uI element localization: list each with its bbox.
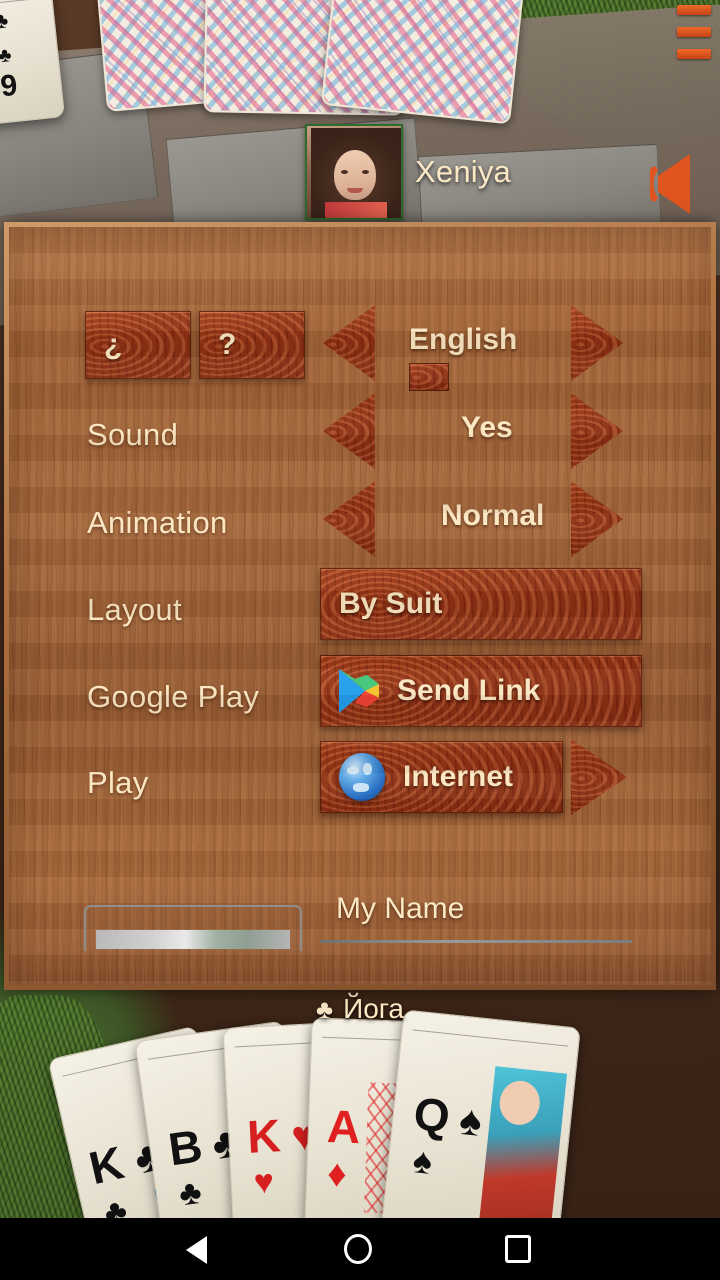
avatar-mouth — [347, 188, 363, 193]
recents-button-icon[interactable] — [505, 1235, 531, 1263]
avatar-eye-right — [362, 170, 369, 174]
globe-icon — [339, 753, 385, 801]
hand-card-rank: A — [326, 1100, 362, 1154]
hamburger-menu-icon[interactable] — [677, 5, 711, 71]
card-rank: 9 — [0, 68, 19, 104]
animation-label: Animation — [87, 505, 228, 540]
hamburger-bar-3 — [677, 49, 711, 59]
sound-value: Yes — [461, 411, 513, 444]
home-button-icon[interactable] — [344, 1234, 372, 1264]
language-flag-chip — [409, 363, 449, 391]
hand-card-rank: B — [165, 1119, 206, 1176]
my-name-input[interactable]: My Name — [336, 892, 464, 926]
avatar-picker-preview — [96, 930, 290, 949]
hand-card-suit-2: ♠ — [411, 1139, 435, 1182]
internet-value: Internet — [403, 760, 514, 793]
help-button[interactable]: ? — [199, 311, 305, 379]
card-rule — [0, 0, 42, 6]
language-value: English — [409, 323, 518, 356]
back-button-icon[interactable] — [186, 1236, 207, 1264]
opponent-name: Xeniya — [415, 154, 511, 189]
send-link-button[interactable]: Send Link — [320, 655, 642, 727]
animation-prev-arrow[interactable] — [323, 481, 375, 557]
play-label: Play — [87, 765, 149, 800]
play-next-arrow[interactable] — [571, 739, 627, 815]
sound-prev-arrow[interactable] — [323, 393, 375, 469]
avatar-eye-left — [341, 170, 348, 174]
internet-button[interactable]: Internet — [320, 741, 563, 813]
hand-card-suit: ♦ — [326, 1153, 348, 1196]
android-navigation-bar — [0, 1218, 720, 1280]
animation-next-arrow[interactable] — [571, 481, 623, 557]
hand-card-suit: ♠ — [457, 1095, 485, 1145]
trump-suit-icon: ♣ — [316, 994, 334, 1024]
settings-panel: ¿ ? English Sound Yes Animation Normal L… — [4, 222, 716, 990]
about-button[interactable]: ¿ — [85, 311, 191, 379]
opponent-avatar — [305, 124, 403, 220]
opponent-player: Xeniya — [305, 124, 511, 220]
card-rule — [412, 1029, 568, 1047]
hand-card-suit-2: ♥ — [252, 1162, 275, 1202]
trump-label: Йога — [343, 993, 404, 1024]
hand-card-5[interactable]: Q ♠ ♠ — [381, 1009, 581, 1245]
animation-value: Normal — [441, 499, 545, 532]
hand-card-rank: K — [245, 1109, 282, 1163]
speaker-icon[interactable] — [650, 148, 714, 220]
trump-indicator: ♣ Йога — [0, 993, 720, 1025]
google-play-label: Google Play — [87, 679, 260, 714]
card-back-3 — [320, 0, 530, 125]
layout-label: Layout — [87, 592, 182, 627]
hand-card-rank: Q — [411, 1087, 453, 1143]
card-pip-mid: ♣ — [0, 44, 13, 68]
language-prev-arrow[interactable] — [323, 305, 375, 381]
hand-card-suit-2: ♣ — [176, 1172, 204, 1214]
language-next-arrow[interactable] — [571, 305, 623, 381]
card-pip-top: ♣ — [0, 7, 10, 34]
send-link-value: Send Link — [397, 674, 541, 707]
sound-next-arrow[interactable] — [571, 393, 623, 469]
hamburger-bar-1 — [677, 5, 711, 15]
side-card: ♣ ♣ 9 — [0, 0, 66, 127]
sound-label: Sound — [87, 417, 179, 452]
layout-value: By Suit — [339, 587, 443, 620]
hand-card-rank: K — [84, 1136, 129, 1195]
app-screen: ♣ ♣ 9 Xeniya K ♣ ♣ B ♣ ♣ K ♥ ♥ A ♦ Q ♠ ♠… — [0, 0, 720, 1280]
google-play-icon — [339, 669, 379, 713]
layout-button[interactable]: By Suit — [320, 568, 642, 640]
avatar-shirt — [325, 202, 387, 218]
my-name-underline — [320, 940, 632, 943]
hamburger-bar-2 — [677, 27, 711, 37]
